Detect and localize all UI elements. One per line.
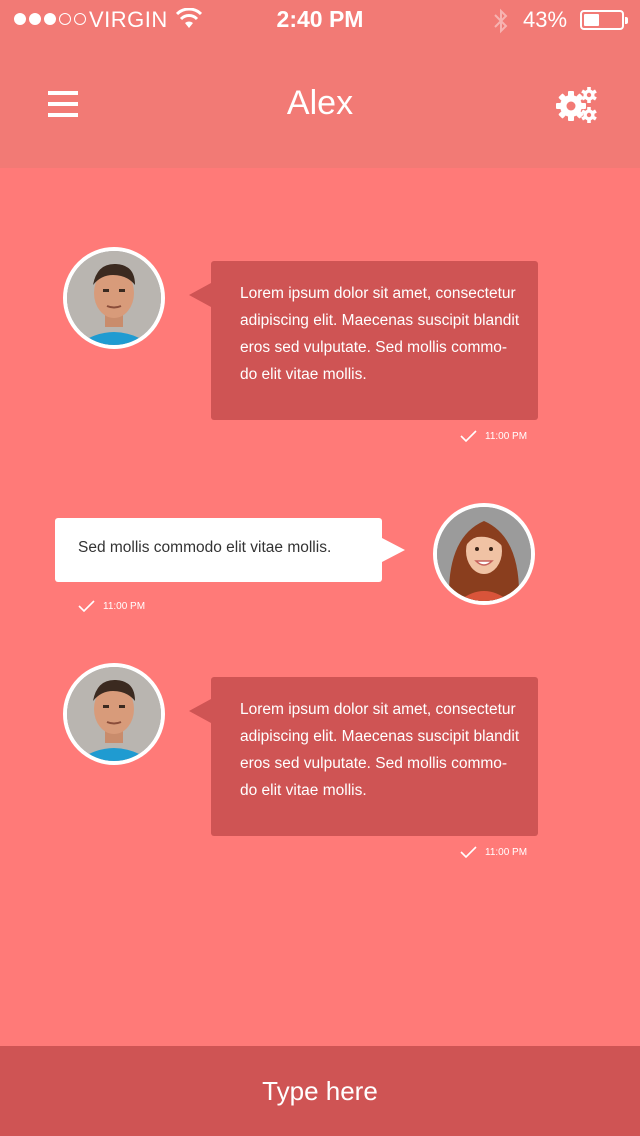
message-bubble-outgoing: Sed mollis commodo elit vitae mollis. — [55, 518, 405, 582]
message-text: Sed mollis commodo elit vitae mollis. — [78, 539, 332, 556]
message-input[interactable]: Type here — [0, 1046, 640, 1136]
avatar-alex[interactable] — [63, 663, 165, 765]
check-icon — [460, 430, 477, 442]
message-meta: 11:00 PM — [460, 430, 527, 442]
bluetooth-icon — [494, 8, 508, 34]
message-meta: 11:00 PM — [78, 600, 145, 612]
message-text: Lorem ipsum dolor sit amet, consectetur … — [240, 701, 520, 799]
message-text: Lorem ipsum dolor sit amet, consectetur … — [240, 285, 520, 383]
message-bubble-incoming: Lorem ipsum dolor sit amet, consectetur … — [189, 677, 538, 836]
message-time: 11:00 PM — [485, 430, 528, 442]
message-meta: 11:00 PM — [460, 846, 527, 858]
avatar-me[interactable] — [433, 503, 535, 605]
header: VIRGIN 2:40 PM 43% Alex — [0, 0, 640, 168]
status-bar: VIRGIN 2:40 PM 43% — [0, 0, 640, 40]
hamburger-menu-icon[interactable] — [48, 91, 78, 117]
battery-icon — [580, 10, 628, 30]
check-icon — [460, 846, 477, 858]
message-input-placeholder: Type here — [262, 1075, 378, 1106]
battery-percent: 43% — [523, 7, 568, 32]
settings-gears-icon[interactable] — [556, 86, 598, 124]
message-bubble-incoming: Lorem ipsum dolor sit amet, consectetur … — [189, 261, 538, 420]
check-icon — [78, 600, 95, 612]
message-time: 11:00 PM — [485, 846, 528, 858]
page-title: Alex — [286, 84, 354, 122]
avatar-alex[interactable] — [63, 247, 165, 349]
message-time: 11:00 PM — [103, 600, 146, 612]
